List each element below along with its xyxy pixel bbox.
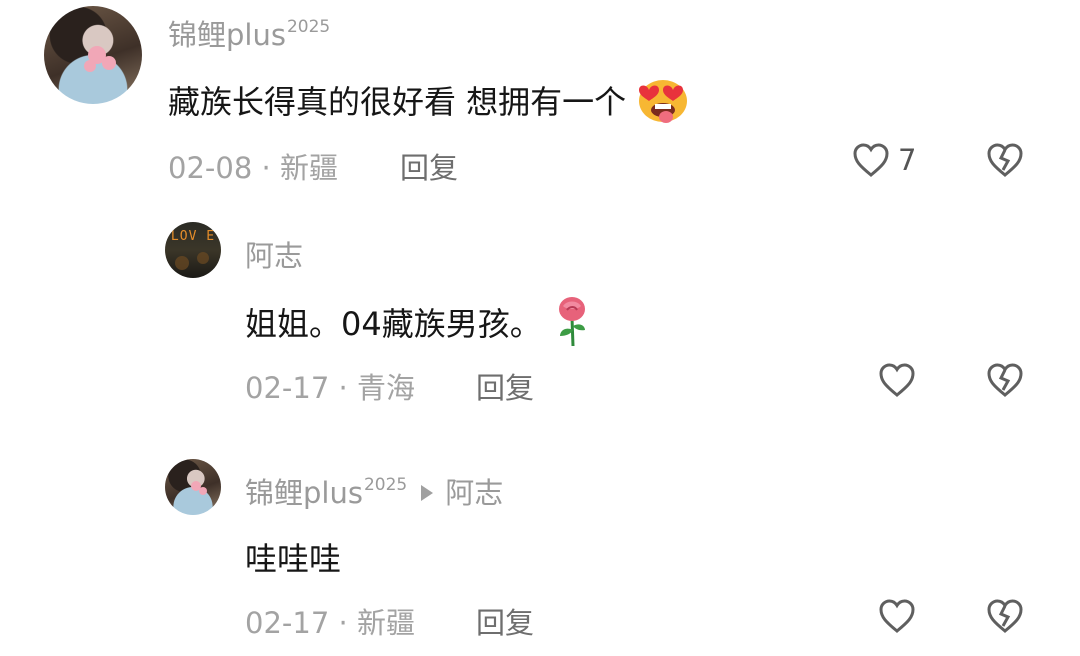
broken-heart-icon [987, 363, 1023, 397]
comment-username[interactable]: 锦鲤plus2025 阿志 [245, 470, 503, 512]
comment-date: 02-17 [245, 606, 330, 640]
rose-emoji [552, 296, 592, 356]
avatar[interactable] [165, 459, 221, 515]
comment-location: 新疆 [356, 606, 415, 640]
like-button[interactable]: 7 [852, 142, 916, 178]
heart-icon [879, 363, 915, 397]
meta-separator: · [329, 606, 357, 640]
reply-button[interactable]: 回复 [476, 600, 534, 642]
comment-location: 青海 [356, 371, 415, 405]
dislike-button[interactable] [986, 362, 1024, 402]
meta-separator: · [252, 151, 280, 185]
reply-arrow-icon [421, 485, 434, 501]
comment-text: 藏族长得真的很好看 想拥有一个 [168, 76, 690, 132]
reply-to-username[interactable]: 阿志 [445, 476, 503, 510]
comment-username[interactable]: 锦鲤plus2025 [168, 12, 330, 54]
like-count: 7 [898, 143, 917, 177]
meta-separator: · [329, 371, 357, 405]
dislike-button[interactable] [986, 598, 1024, 638]
reply-button[interactable]: 回复 [400, 145, 458, 187]
comment-date: 02-17 [245, 371, 330, 405]
comment-date: 02-08 [168, 151, 253, 185]
broken-heart-icon [987, 599, 1023, 633]
comment-meta: 02-17 · 新疆 [245, 600, 415, 642]
comment-location: 新疆 [279, 151, 338, 185]
like-button[interactable] [878, 362, 924, 398]
reply-button[interactable]: 回复 [476, 365, 534, 407]
broken-heart-icon [987, 143, 1023, 177]
avatar[interactable] [44, 6, 142, 104]
dislike-button[interactable] [986, 142, 1024, 182]
comment-text: 姐姐。04藏族男孩。 [245, 296, 592, 356]
star-struck-tongue-emoji [636, 76, 690, 132]
heart-icon [879, 599, 915, 633]
comment-meta: 02-17 · 青海 [245, 365, 415, 407]
avatar[interactable]: LOV E [165, 222, 221, 278]
comment-meta: 02-08 · 新疆 [168, 145, 338, 187]
comment-text: 哇哇哇 [245, 540, 342, 578]
heart-icon [853, 143, 889, 177]
comment-username[interactable]: 阿志 [245, 233, 303, 275]
avatar-text: LOV E [170, 228, 216, 244]
like-button[interactable] [878, 598, 924, 634]
